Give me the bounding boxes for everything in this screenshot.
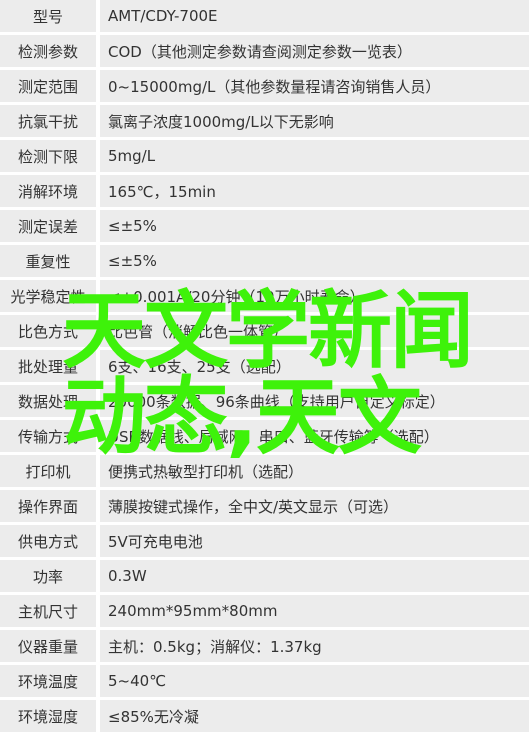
table-row: 操作界面 薄膜按键式操作，全中文/英文显示（可选） [0,490,529,522]
table-row: 环境湿度 ≤85%无冷凝 [0,700,529,732]
table-row: 数据处理 20000条数据、96条曲线（支持用户自定义标定） [0,385,529,417]
table-row: 打印机 便携式热敏型打印机（选配） [0,455,529,487]
spec-label: 消解环境 [0,175,96,207]
table-row: 测定误差 ≤±5% [0,210,529,242]
spec-label: 重复性 [0,245,96,277]
table-row: 测定范围 0~15000mg/L（其他参数量程请咨询销售人员） [0,70,529,102]
spec-value: 便携式热敏型打印机（选配） [100,455,529,487]
spec-label: 环境湿度 [0,700,96,732]
table-row: 型号 AMT/CDY-700E [0,0,529,32]
table-row: 环境温度 5~40℃ [0,665,529,697]
spec-label: 供电方式 [0,525,96,557]
spec-label: 传输方式 [0,420,96,452]
spec-value: 5V可充电电池 [100,525,529,557]
spec-label: 功率 [0,560,96,592]
table-row: 检测下限 5mg/L [0,140,529,172]
spec-value: ≤±5% [100,210,529,242]
spec-label: 主机尺寸 [0,595,96,627]
spec-value: 165℃，15min [100,175,529,207]
spec-value: USB数据线、局域网、串口、蓝牙传输等（选配） [100,420,529,452]
spec-label: 测定误差 [0,210,96,242]
spec-value: 薄膜按键式操作，全中文/英文显示（可选） [100,490,529,522]
table-row: 比色方式 比色管（消解比色一体管） [0,315,529,347]
spec-value: 0~15000mg/L（其他参数量程请咨询销售人员） [100,70,529,102]
spec-value: COD（其他测定参数请查阅测定参数一览表） [100,35,529,67]
spec-label: 型号 [0,0,96,32]
spec-label: 光学稳定性 [0,280,96,312]
spec-value: 主机：0.5kg；消解仪：1.37kg [100,630,529,662]
spec-value: 5mg/L [100,140,529,172]
table-row: 检测参数 COD（其他测定参数请查阅测定参数一览表） [0,35,529,67]
spec-value: 5~40℃ [100,665,529,697]
table-row: 仪器重量 主机：0.5kg；消解仪：1.37kg [0,630,529,662]
table-row: 消解环境 165℃，15min [0,175,529,207]
spec-value: 20000条数据、96条曲线（支持用户自定义标定） [100,385,529,417]
spec-label: 抗氯干扰 [0,105,96,137]
table-row: 光学稳定性 ≤±0.001A/20分钟（10万小时寿命） [0,280,529,312]
spec-value: 0.3W [100,560,529,592]
spec-label: 仪器重量 [0,630,96,662]
spec-label: 测定范围 [0,70,96,102]
table-row: 主机尺寸 240mm*95mm*80mm [0,595,529,627]
spec-value: 6支、16支、25支（选配） [100,350,529,382]
table-row: 功率 0.3W [0,560,529,592]
spec-label: 比色方式 [0,315,96,347]
spec-value: AMT/CDY-700E [100,0,529,32]
spec-label: 检测下限 [0,140,96,172]
spec-value: 比色管（消解比色一体管） [100,315,529,347]
spec-value: ≤85%无冷凝 [100,700,529,732]
table-row: 供电方式 5V可充电电池 [0,525,529,557]
table-row: 批处理量 6支、16支、25支（选配） [0,350,529,382]
table-row: 重复性 ≤±5% [0,245,529,277]
spec-table: 型号 AMT/CDY-700E 检测参数 COD（其他测定参数请查阅测定参数一览表）测… [0,0,529,735]
spec-label: 数据处理 [0,385,96,417]
spec-label: 批处理量 [0,350,96,382]
table-row: 传输方式 USB数据线、局域网、串口、蓝牙传输等（选配） [0,420,529,452]
spec-label: 操作界面 [0,490,96,522]
spec-value: ≤±5% [100,245,529,277]
table-row: 抗氯干扰 氯离子浓度1000mg/L以下无影响 [0,105,529,137]
spec-label: 检测参数 [0,35,96,67]
spec-value: ≤±0.001A/20分钟（10万小时寿命） [100,280,529,312]
spec-value: 240mm*95mm*80mm [100,595,529,627]
spec-label: 打印机 [0,455,96,487]
spec-value: 氯离子浓度1000mg/L以下无影响 [100,105,529,137]
spec-label: 环境温度 [0,665,96,697]
